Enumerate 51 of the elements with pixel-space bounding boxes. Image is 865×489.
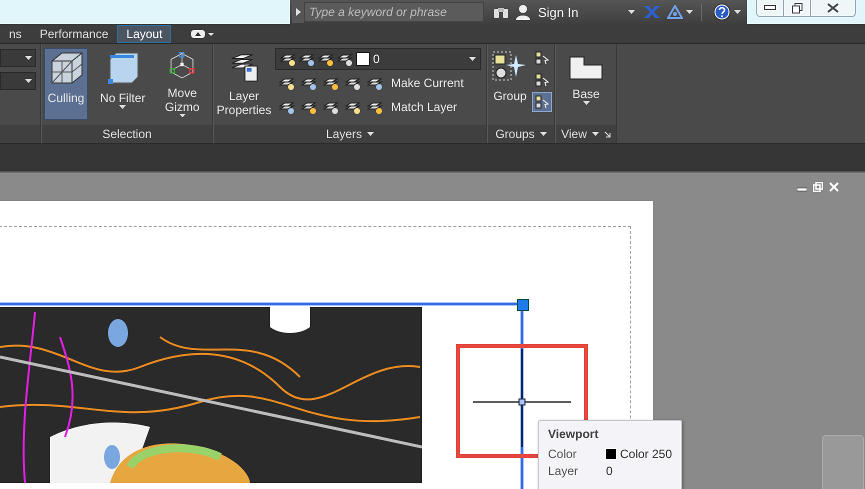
close-icon	[827, 3, 839, 13]
ribbon-button[interactable]: Group	[490, 48, 530, 120]
ribbon-tab[interactable]: Layout	[117, 24, 172, 42]
panel-toggle-icon[interactable]	[191, 30, 216, 38]
sign-in-label[interactable]: Sign In	[538, 4, 578, 20]
panel-title[interactable]: Layers	[326, 127, 362, 141]
layer-action-button[interactable]: Match Layer	[389, 100, 458, 114]
help-icon[interactable]	[713, 3, 732, 21]
caret-icon	[25, 56, 32, 60]
cube-icon	[106, 51, 140, 85]
caret-icon	[734, 10, 742, 14]
layer-action-button[interactable]: Make Current	[389, 76, 464, 90]
ribbon-button[interactable]: No Filter	[94, 48, 152, 120]
ribbon-button[interactable]: Layer Properties	[216, 48, 272, 120]
ribbon-button[interactable]: Culling	[44, 48, 88, 120]
arrow-icon	[296, 8, 300, 16]
caret-icon	[25, 79, 32, 83]
caret-icon	[119, 105, 126, 109]
triangle-logo-icon[interactable]	[667, 5, 684, 19]
tooltip-title: Viewport	[548, 427, 600, 441]
property-label: Color	[548, 447, 578, 461]
caret-icon	[178, 114, 186, 117]
dropdown-field[interactable]	[0, 49, 36, 67]
caret-icon	[540, 132, 547, 136]
user-icon[interactable]	[515, 4, 531, 20]
property-value: 0	[606, 464, 613, 478]
search-field[interactable]: Type a keyword or phrase	[304, 2, 484, 22]
caret-icon	[592, 132, 599, 136]
layer-dropdown[interactable]: 0	[275, 48, 481, 70]
ribbon-tab[interactable]: ns	[0, 24, 31, 42]
property-value: Color 250	[620, 447, 672, 461]
ribbon-button[interactable]: Move Gizmo	[157, 48, 207, 120]
minimize-icon	[764, 5, 776, 11]
caret-icon	[469, 57, 476, 61]
group-tool-button[interactable]	[532, 92, 552, 112]
grip-handle[interactable]	[517, 299, 529, 311]
binoculars-icon[interactable]	[493, 5, 509, 19]
group-icon	[492, 51, 528, 83]
panel-title: Selection	[42, 125, 212, 143]
caret-icon	[628, 10, 636, 14]
restore-icon	[792, 2, 802, 14]
property-label: Layer	[548, 464, 580, 478]
caret-icon	[686, 10, 694, 14]
launcher-icon[interactable]	[604, 130, 611, 138]
dropdown-field[interactable]	[0, 72, 36, 90]
ribbon-tab[interactable]: Performance	[30, 24, 118, 42]
color-swatch	[606, 449, 616, 459]
expand-button[interactable]	[292, 1, 304, 23]
caret-icon	[582, 101, 590, 105]
ribbon-button[interactable]: Base	[562, 48, 610, 120]
caret-icon	[367, 132, 374, 136]
